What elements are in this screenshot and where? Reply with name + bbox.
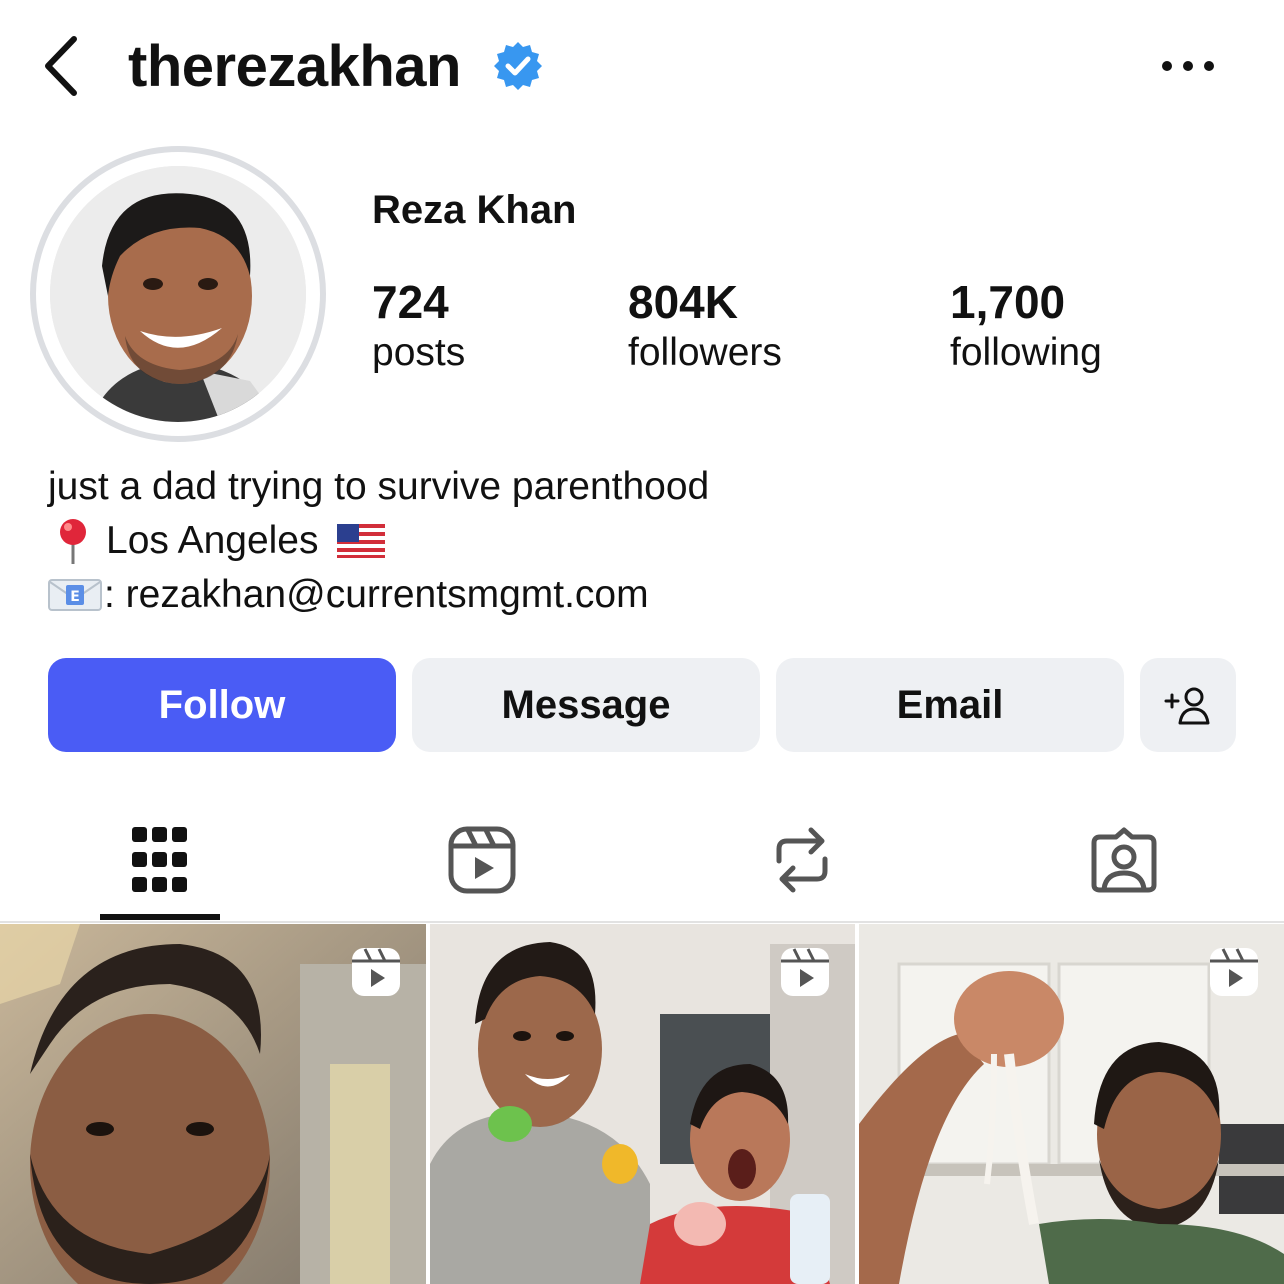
posts-count: 724 xyxy=(372,276,449,328)
reposts-icon xyxy=(776,827,828,893)
more-dots-icon xyxy=(1162,61,1214,71)
posts-count-stat[interactable]: 724 posts xyxy=(372,276,465,378)
message-button[interactable]: Message xyxy=(412,658,760,752)
avatar[interactable] xyxy=(50,166,306,422)
tabs-divider xyxy=(0,921,1284,923)
reel-badge-icon xyxy=(781,948,829,996)
verified-badge-icon xyxy=(494,42,542,90)
suggested-users-button[interactable] xyxy=(1140,658,1236,752)
active-tab-indicator xyxy=(100,914,220,920)
email-button[interactable]: Email xyxy=(776,658,1124,752)
following-count-stat[interactable]: 1,700 following xyxy=(950,276,1102,378)
tab-reposts[interactable] xyxy=(742,818,862,902)
profile-username: therezakhan xyxy=(128,34,461,99)
bio-location-text: Los Angeles xyxy=(106,519,319,562)
round-pushpin-icon xyxy=(48,516,98,566)
profile-tabs xyxy=(0,800,1284,922)
followers-count: 804K xyxy=(628,276,738,328)
following-count: 1,700 xyxy=(950,276,1066,328)
more-options-button[interactable] xyxy=(1150,40,1226,92)
followers-label: followers xyxy=(628,331,782,374)
chevron-left-icon xyxy=(45,36,77,96)
bio-email: E : rezakhan@currentsmgmt.com xyxy=(48,568,1248,622)
envelope-email-icon: E xyxy=(48,577,102,613)
bio-location: Los Angeles xyxy=(48,514,1248,568)
grid-icon xyxy=(132,827,187,892)
post-thumbnail[interactable] xyxy=(0,924,426,1284)
svg-text:E: E xyxy=(70,589,80,605)
follow-button[interactable]: Follow xyxy=(48,658,396,752)
profile-header: therezakhan xyxy=(0,0,1284,130)
tab-posts-grid[interactable] xyxy=(100,818,220,902)
posts-label: posts xyxy=(372,331,466,374)
avatar-portrait-image xyxy=(50,166,306,422)
profile-bio: just a dad trying to survive parenthood … xyxy=(48,460,1248,622)
bio-tagline: just a dad trying to survive parenthood xyxy=(48,460,1248,514)
followers-count-stat[interactable]: 804K followers xyxy=(628,276,782,378)
bio-email-text: : rezakhan@currentsmgmt.com xyxy=(104,573,649,616)
tab-tagged[interactable] xyxy=(1064,818,1184,902)
profile-display-name: Reza Khan xyxy=(372,188,577,232)
tagged-person-icon xyxy=(1091,827,1157,893)
tab-reels[interactable] xyxy=(422,818,542,902)
post-thumbnail[interactable] xyxy=(859,924,1284,1284)
add-person-icon xyxy=(1164,687,1210,725)
reel-badge-icon xyxy=(352,948,400,996)
back-button[interactable] xyxy=(30,32,90,100)
following-label: following xyxy=(950,331,1102,374)
reels-icon xyxy=(448,826,516,894)
reel-badge-icon xyxy=(1210,948,1258,996)
bio-tagline-text: just a dad trying to survive parenthood xyxy=(48,465,710,508)
us-flag-icon xyxy=(336,524,385,558)
post-thumbnail[interactable] xyxy=(430,924,855,1284)
